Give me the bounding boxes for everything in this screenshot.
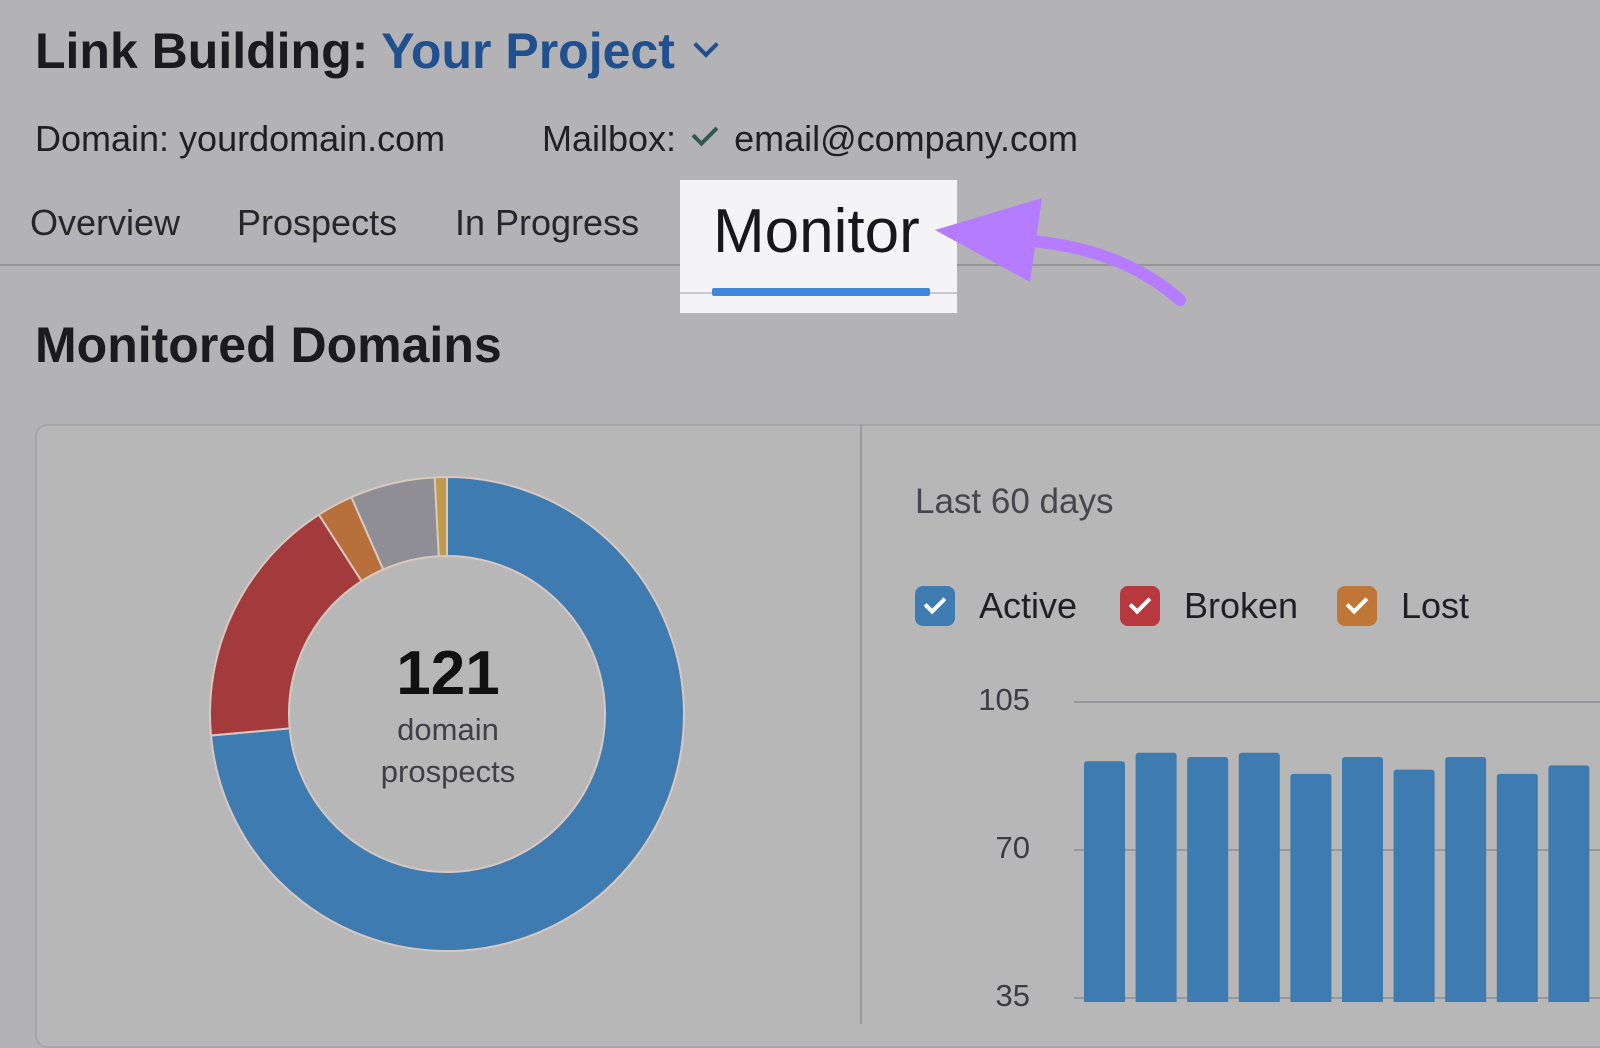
tab-in-progress[interactable]: In Progress bbox=[455, 202, 639, 244]
pointer-arrow-icon bbox=[935, 198, 1186, 306]
donut-label-line1: domain bbox=[397, 712, 499, 747]
chevron-down-icon[interactable] bbox=[693, 32, 719, 58]
y-tick-105: 105 bbox=[978, 682, 1030, 717]
mailbox-info: Mailbox: email@company.com bbox=[542, 118, 1078, 160]
page-title: Link Building: Your Project bbox=[35, 22, 719, 80]
tab-overview[interactable]: Overview bbox=[30, 202, 180, 244]
checkbox-broken[interactable] bbox=[1120, 586, 1160, 626]
tab-monitor[interactable]: Monitor bbox=[713, 196, 920, 267]
legend-lost[interactable]: Lost bbox=[1337, 585, 1469, 627]
card-divider bbox=[860, 424, 862, 1024]
project-name[interactable]: Your Project bbox=[381, 23, 675, 79]
title-prefix: Link Building: bbox=[35, 23, 369, 79]
domain-label: Domain: yourdomain.com bbox=[35, 118, 446, 159]
period-label: Last 60 days bbox=[915, 482, 1114, 521]
check-icon bbox=[691, 119, 719, 147]
checkbox-active[interactable] bbox=[915, 586, 955, 626]
legend-label: Broken bbox=[1184, 585, 1299, 626]
section-title: Monitored Domains bbox=[35, 317, 502, 373]
y-tick-70: 70 bbox=[995, 830, 1030, 865]
active-tab-underline bbox=[712, 288, 930, 296]
mailbox-email: email@company.com bbox=[734, 118, 1079, 159]
legend-label: Lost bbox=[1401, 585, 1470, 626]
donut-label-line2: prospects bbox=[380, 754, 516, 789]
legend-active[interactable]: Active bbox=[915, 585, 1077, 627]
checkbox-lost[interactable] bbox=[1337, 586, 1377, 626]
project-selector[interactable]: Your Project bbox=[381, 23, 719, 79]
y-tick-35: 35 bbox=[995, 978, 1030, 1013]
legend-label: Active bbox=[979, 585, 1078, 626]
tab-prospects[interactable]: Prospects bbox=[237, 202, 397, 244]
legend-broken[interactable]: Broken bbox=[1120, 585, 1298, 627]
donut-total: 121 bbox=[396, 639, 500, 708]
mailbox-label: Mailbox: bbox=[542, 118, 677, 159]
